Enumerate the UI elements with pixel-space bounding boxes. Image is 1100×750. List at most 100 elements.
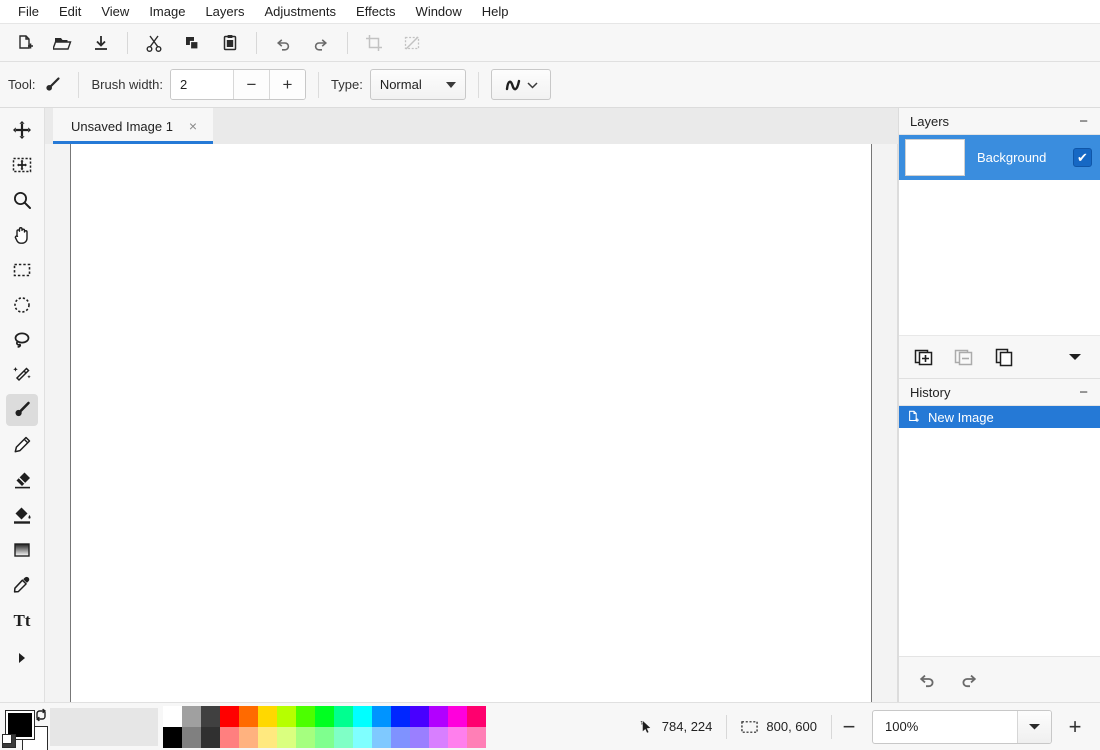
document-tab[interactable]: Unsaved Image 1 × [53,108,213,144]
tool-gradient[interactable] [6,534,38,566]
brush-width-decrement[interactable]: − [233,70,270,99]
palette-swatch-1-2[interactable] [201,726,220,748]
menu-item-image[interactable]: Image [139,2,195,21]
tool-zoom[interactable] [6,184,38,216]
palette-swatch-0-12[interactable] [391,705,410,727]
canvas-workspace[interactable] [45,144,898,702]
close-icon[interactable]: × [183,116,203,136]
palette-swatch-1-15[interactable] [448,726,467,748]
palette-swatch-0-15[interactable] [448,705,467,727]
color-swatch-widget[interactable] [0,703,48,750]
open-file-button[interactable] [44,27,82,59]
palette-swatch-1-3[interactable] [220,726,239,748]
brush-width-value[interactable]: 2 [171,70,234,99]
palette-swatch-1-4[interactable] [239,726,258,748]
palette-swatch-0-10[interactable] [353,705,372,727]
palette-swatch-0-0[interactable] [163,705,182,727]
palette-swatch-1-11[interactable] [372,726,391,748]
menu-item-edit[interactable]: Edit [49,2,91,21]
tool-color-picker[interactable] [6,569,38,601]
tool-move-selected-pixels[interactable] [6,114,38,146]
palette-swatch-0-1[interactable] [182,705,201,727]
swap-colors-icon[interactable] [34,708,48,722]
cut-button[interactable] [135,27,173,59]
redo-button[interactable] [302,27,340,59]
menu-item-window[interactable]: Window [406,2,472,21]
deselect-button[interactable] [393,27,431,59]
add-layer-button[interactable] [909,342,939,372]
layer-menu-button[interactable] [1060,342,1090,372]
brush-style-dropdown[interactable] [490,69,551,100]
history-list[interactable]: New Image [899,406,1100,656]
minimize-icon[interactable]: − [1077,114,1090,129]
palette-swatch-0-6[interactable] [277,705,296,727]
menu-item-help[interactable]: Help [472,2,519,21]
zoom-level-combobox[interactable]: 100% [872,709,1052,744]
palette-swatch-1-6[interactable] [277,726,296,748]
layer-row[interactable]: Background ✔ [899,135,1100,180]
save-file-button[interactable] [82,27,120,59]
zoom-out-button[interactable]: − [832,710,866,744]
delete-layer-button[interactable] [949,342,979,372]
menu-item-file[interactable]: File [8,2,49,21]
history-undo-button[interactable] [913,666,941,694]
menu-item-view[interactable]: View [91,2,139,21]
palette-swatch-1-16[interactable] [467,726,486,748]
zoom-in-button[interactable]: + [1058,710,1092,744]
tool-magic-wand[interactable] [6,359,38,391]
tool-lasso-select[interactable] [6,324,38,356]
palette-swatch-0-8[interactable] [315,705,334,727]
palette-swatch-0-16[interactable] [467,705,486,727]
crop-button[interactable] [355,27,393,59]
image-canvas[interactable] [70,144,872,702]
palette-swatch-0-13[interactable] [410,705,429,727]
brush-width-increment[interactable]: + [269,70,306,99]
palette-swatch-1-8[interactable] [315,726,334,748]
palette-swatch-0-11[interactable] [372,705,391,727]
palette-swatch-1-13[interactable] [410,726,429,748]
palette-swatch-1-5[interactable] [258,726,277,748]
palette-swatch-0-9[interactable] [334,705,353,727]
reset-colors-icon[interactable] [2,733,16,748]
brush-width-stepper[interactable]: 2 − + [170,69,307,100]
tool-pan[interactable] [6,219,38,251]
duplicate-layer-button[interactable] [989,342,1019,372]
recent-colors-area[interactable] [50,707,158,746]
zoom-dropdown-button[interactable] [1017,710,1051,743]
palette-swatch-0-7[interactable] [296,705,315,727]
history-row[interactable]: New Image [899,406,1100,428]
palette-swatch-0-4[interactable] [239,705,258,727]
new-image-button[interactable] [6,27,44,59]
tool-paint-bucket[interactable] [6,499,38,531]
tools-expand-button[interactable] [6,642,38,674]
color-palette[interactable] [163,705,486,748]
palette-swatch-0-14[interactable] [429,705,448,727]
palette-swatch-0-5[interactable] [258,705,277,727]
palette-swatch-1-12[interactable] [391,726,410,748]
palette-swatch-1-0[interactable] [163,726,182,748]
palette-swatch-0-2[interactable] [201,705,220,727]
palette-swatch-1-9[interactable] [334,726,353,748]
tool-pencil[interactable] [6,429,38,461]
palette-swatch-1-7[interactable] [296,726,315,748]
palette-swatch-0-3[interactable] [220,705,239,727]
tool-move-selection[interactable] [6,149,38,181]
tool-paintbrush[interactable] [6,394,38,426]
menu-item-layers[interactable]: Layers [195,2,254,21]
copy-button[interactable] [173,27,211,59]
layers-list[interactable]: Background ✔ [899,135,1100,335]
palette-swatch-1-10[interactable] [353,726,372,748]
zoom-level-value[interactable]: 100% [873,719,1017,734]
blend-type-dropdown[interactable]: Normal [369,69,466,100]
palette-swatch-1-14[interactable] [429,726,448,748]
tool-text[interactable]: Tt [6,604,38,636]
tool-eraser[interactable] [6,464,38,496]
tool-rectangle-select[interactable] [6,254,38,286]
minimize-icon[interactable]: − [1077,385,1090,400]
layer-visibility-checkbox[interactable]: ✔ [1073,148,1092,167]
paste-button[interactable] [211,27,249,59]
menu-item-adjustments[interactable]: Adjustments [254,2,346,21]
menu-item-effects[interactable]: Effects [346,2,406,21]
history-redo-button[interactable] [955,666,983,694]
palette-swatch-1-1[interactable] [182,726,201,748]
